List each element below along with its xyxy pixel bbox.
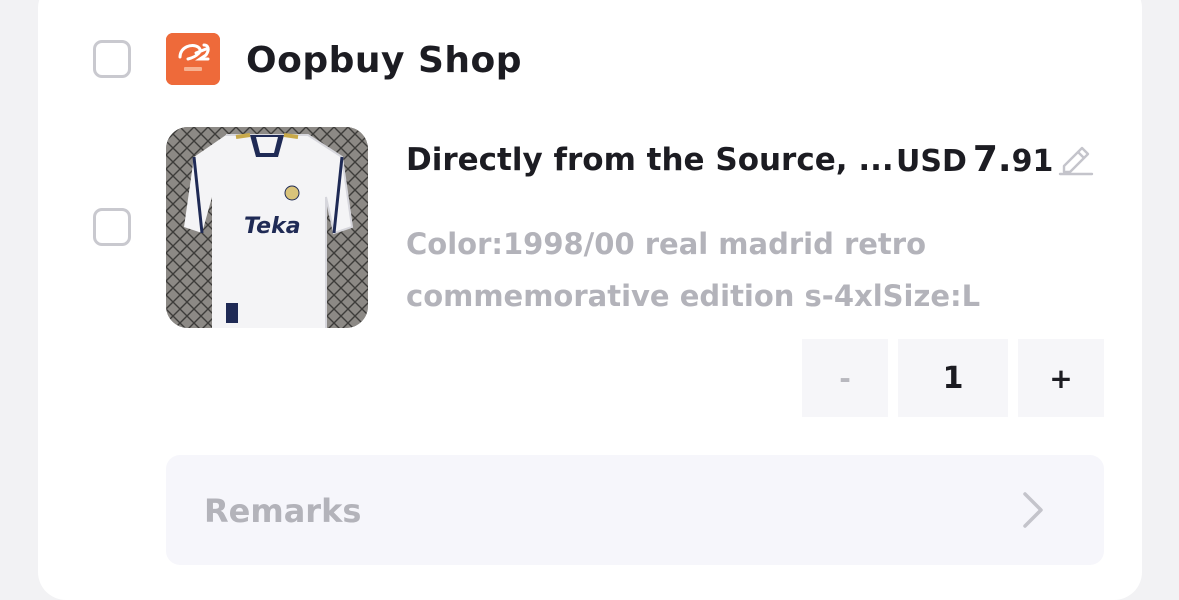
jersey-photo: Teka bbox=[166, 127, 368, 328]
shop-logo-icon bbox=[166, 33, 220, 85]
shop-select-checkbox[interactable] bbox=[93, 40, 131, 78]
quantity-decrease-button[interactable]: - bbox=[802, 339, 888, 417]
shop-name[interactable]: Oopbuy Shop bbox=[246, 36, 522, 86]
product-image[interactable]: Teka bbox=[166, 127, 368, 328]
item-select-checkbox[interactable] bbox=[93, 208, 131, 246]
chevron-right-icon bbox=[1023, 492, 1043, 528]
quantity-increase-button[interactable]: + bbox=[1018, 339, 1104, 417]
price-integer: 7. bbox=[972, 139, 1012, 180]
price-decimal: 91 bbox=[1011, 144, 1054, 179]
remarks-row[interactable]: Remarks bbox=[166, 455, 1104, 565]
item-price: USD 7.91 bbox=[896, 136, 1053, 190]
remarks-label: Remarks bbox=[204, 492, 362, 530]
shop-logo bbox=[166, 33, 220, 85]
product-spec: Color:1998/00 real madrid retro commemor… bbox=[406, 227, 981, 313]
price-currency: USD bbox=[896, 144, 967, 179]
quantity-value[interactable]: 1 bbox=[898, 339, 1008, 417]
svg-text:Teka: Teka bbox=[244, 214, 301, 239]
product-title[interactable]: Directly from the Source, ... bbox=[406, 138, 894, 182]
pencil-icon[interactable] bbox=[1056, 140, 1094, 176]
